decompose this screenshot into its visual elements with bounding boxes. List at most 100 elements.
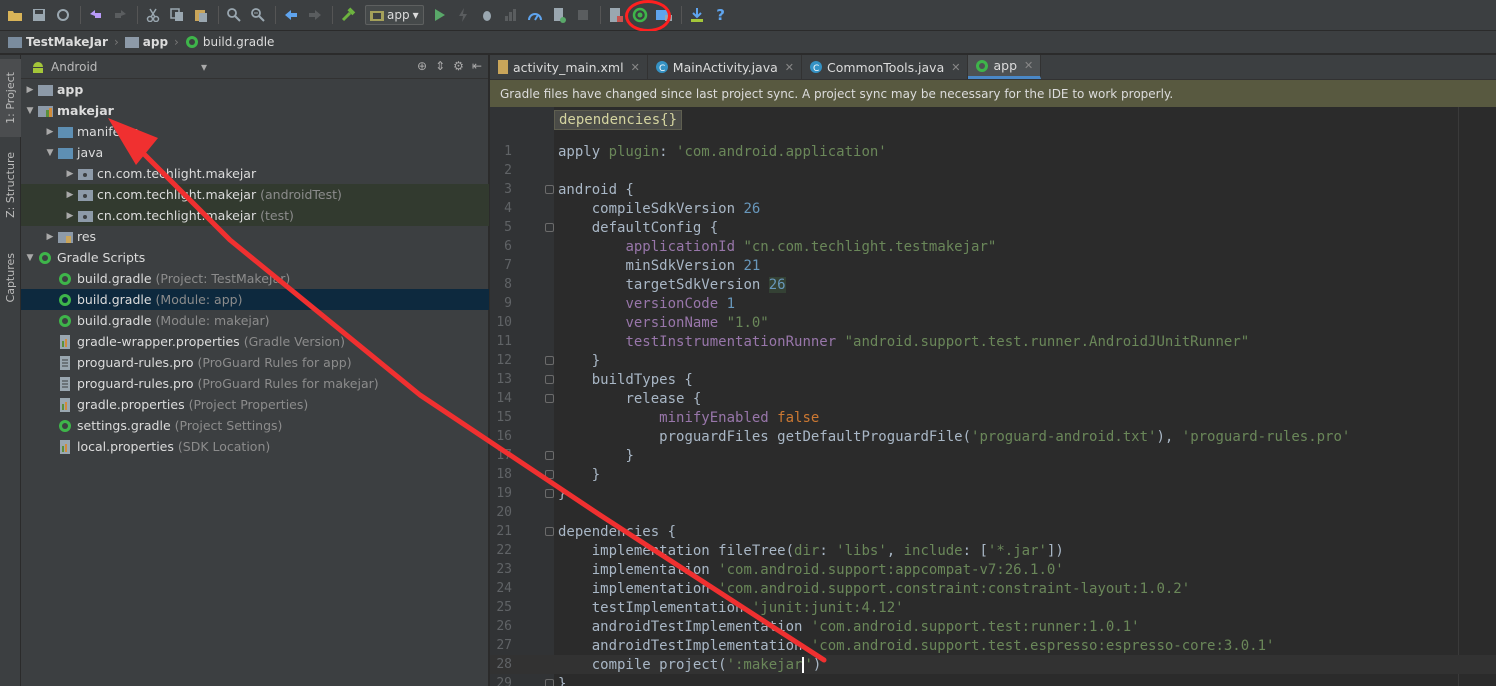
tree-item-proguard-makejar[interactable]: proguard-rules.pro (ProGuard Rules for m… (21, 373, 489, 394)
code-line: 2 (490, 161, 1496, 180)
close-icon[interactable]: ✕ (951, 61, 960, 74)
tree-item-app[interactable]: ▶ app (21, 79, 489, 100)
breadcrumb-file[interactable]: build.gradle (185, 35, 274, 49)
tree-item-sublabel: (test) (260, 208, 294, 223)
scroll-from-source-icon[interactable]: ⊕ (417, 59, 427, 73)
copy-icon[interactable] (166, 4, 188, 26)
close-icon[interactable]: ✕ (1024, 59, 1033, 72)
device-monitor-icon[interactable] (548, 4, 570, 26)
tree-item-build-gradle-makejar[interactable]: build.gradle (Module: makejar) (21, 310, 489, 331)
fold-marker-icon[interactable] (545, 375, 554, 384)
fold-marker-icon[interactable] (545, 489, 554, 498)
sync-icon[interactable] (52, 4, 74, 26)
line-number: 19 (496, 486, 512, 501)
tree-item-build-gradle-project[interactable]: build.gradle (Project: TestMakeJar) (21, 268, 489, 289)
tree-item-proguard-app[interactable]: proguard-rules.pro (ProGuard Rules for a… (21, 352, 489, 373)
tree-item-local-properties[interactable]: local.properties (SDK Location) (21, 436, 489, 457)
fold-marker-icon[interactable] (545, 223, 554, 232)
run-config-dropdown[interactable]: app ▾ (365, 5, 424, 25)
back-icon[interactable] (280, 4, 302, 26)
replace-icon[interactable] (247, 4, 269, 26)
tree-item-manifests[interactable]: ▶ manifests (21, 121, 489, 142)
paste-icon[interactable] (190, 4, 212, 26)
fold-marker-icon[interactable] (545, 679, 554, 686)
properties-file-icon (57, 439, 73, 454)
tree-item-label: proguard-rules.pro (77, 355, 194, 370)
tree-item-gradle-scripts[interactable]: ▼ Gradle Scripts (21, 247, 489, 268)
tree-item-package-android-test[interactable]: ▶ cn.com.techlight.makejar (androidTest) (21, 184, 489, 205)
tree-item-label: manifests (77, 124, 139, 139)
expand-arrow-icon[interactable]: ▶ (43, 232, 57, 242)
module-folder-icon (37, 83, 53, 97)
sdk-manager-icon[interactable] (686, 4, 708, 26)
tree-item-gradle-properties[interactable]: gradle.properties (Project Properties) (21, 394, 489, 415)
tab-captures[interactable]: Captures (0, 243, 21, 313)
tree-item-gradle-wrapper[interactable]: gradle-wrapper.properties (Gradle Versio… (21, 331, 489, 352)
stop-icon[interactable] (572, 4, 594, 26)
tree-item-settings-gradle[interactable]: settings.gradle (Project Settings) (21, 415, 489, 436)
expand-arrow-icon[interactable]: ▶ (63, 190, 77, 200)
tree-item-sublabel: (Project: TestMakeJar) (155, 271, 291, 286)
run-icon[interactable] (428, 4, 450, 26)
tab-app-build-gradle[interactable]: app ✕ (968, 55, 1042, 79)
highlight-circle-annotation (625, 0, 671, 32)
code-line: 5 defaultConfig { (490, 218, 1496, 237)
redo-icon[interactable] (109, 4, 131, 26)
fold-marker-icon[interactable] (545, 527, 554, 536)
tab-activity-main-xml[interactable]: activity_main.xml ✕ (490, 55, 648, 79)
attach-debugger-icon[interactable] (524, 4, 546, 26)
fold-marker-icon[interactable] (545, 451, 554, 460)
line-number: 3 (504, 182, 512, 197)
breadcrumb-project[interactable]: TestMakeJar (8, 35, 108, 49)
tree-item-package[interactable]: ▶ cn.com.techlight.makejar (21, 163, 489, 184)
collapse-arrow-icon[interactable]: ▼ (23, 106, 37, 116)
tab-structure[interactable]: Z: Structure (0, 143, 21, 227)
help-icon[interactable]: ? (710, 4, 732, 26)
breadcrumb-module[interactable]: app (124, 35, 168, 49)
collapse-arrow-icon[interactable]: ▼ (43, 148, 57, 158)
tree-item-makejar[interactable]: ▼ makejar (21, 100, 489, 121)
gear-icon[interactable]: ⚙ (453, 59, 464, 73)
tab-project[interactable]: 1: Project (0, 59, 21, 137)
save-icon[interactable] (28, 4, 50, 26)
open-folder-icon[interactable] (4, 4, 26, 26)
profile-icon[interactable] (500, 4, 522, 26)
tree-item-label: app (57, 82, 84, 97)
tree-item-label: cn.com.techlight.makejar (97, 208, 257, 223)
project-view-selector[interactable]: Android ▾ ⊕ ⇕ ⚙ ⇤ (21, 55, 488, 79)
forward-icon[interactable] (304, 4, 326, 26)
debug-icon[interactable] (476, 4, 498, 26)
make-project-icon[interactable] (337, 4, 359, 26)
apply-changes-icon[interactable] (452, 4, 474, 26)
expand-arrow-icon[interactable]: ▶ (43, 127, 57, 137)
hide-panel-icon[interactable]: ⇤ (472, 59, 482, 73)
collapse-arrow-icon[interactable]: ▼ (23, 253, 37, 263)
tab-common-tools[interactable]: C CommonTools.java ✕ (802, 55, 969, 79)
undo-icon[interactable] (85, 4, 107, 26)
library-module-icon (37, 104, 53, 118)
collapse-all-icon[interactable]: ⇕ (435, 59, 445, 73)
expand-arrow-icon[interactable]: ▶ (63, 169, 77, 179)
code-line: 21 dependencies { (490, 522, 1496, 541)
avd-manager-icon[interactable] (605, 4, 627, 26)
fold-marker-icon[interactable] (545, 185, 554, 194)
fold-marker-icon[interactable] (545, 356, 554, 365)
tree-item-res[interactable]: ▶ res (21, 226, 489, 247)
fold-marker-icon[interactable] (545, 470, 554, 479)
close-icon[interactable]: ✕ (631, 61, 640, 74)
tree-item-java[interactable]: ▼ java (21, 142, 489, 163)
expand-arrow-icon[interactable]: ▶ (23, 85, 37, 95)
tab-main-activity[interactable]: C MainActivity.java ✕ (648, 55, 802, 79)
tree-item-package-test[interactable]: ▶ cn.com.techlight.makejar (test) (21, 205, 489, 226)
tab-project-label: 1: Project (4, 72, 17, 124)
find-icon[interactable] (223, 4, 245, 26)
close-icon[interactable]: ✕ (785, 61, 794, 74)
code-text: } (558, 485, 567, 502)
code-editor[interactable]: dependencies{} 1 apply plugin: 'com.andr… (490, 107, 1496, 686)
code-text: implementation 'com.android.support.cons… (591, 580, 1191, 597)
code-line: 14 release { (490, 389, 1496, 408)
expand-arrow-icon[interactable]: ▶ (63, 211, 77, 221)
fold-marker-icon[interactable] (545, 394, 554, 403)
cut-icon[interactable] (142, 4, 164, 26)
tree-item-build-gradle-app[interactable]: build.gradle (Module: app) (21, 289, 489, 310)
